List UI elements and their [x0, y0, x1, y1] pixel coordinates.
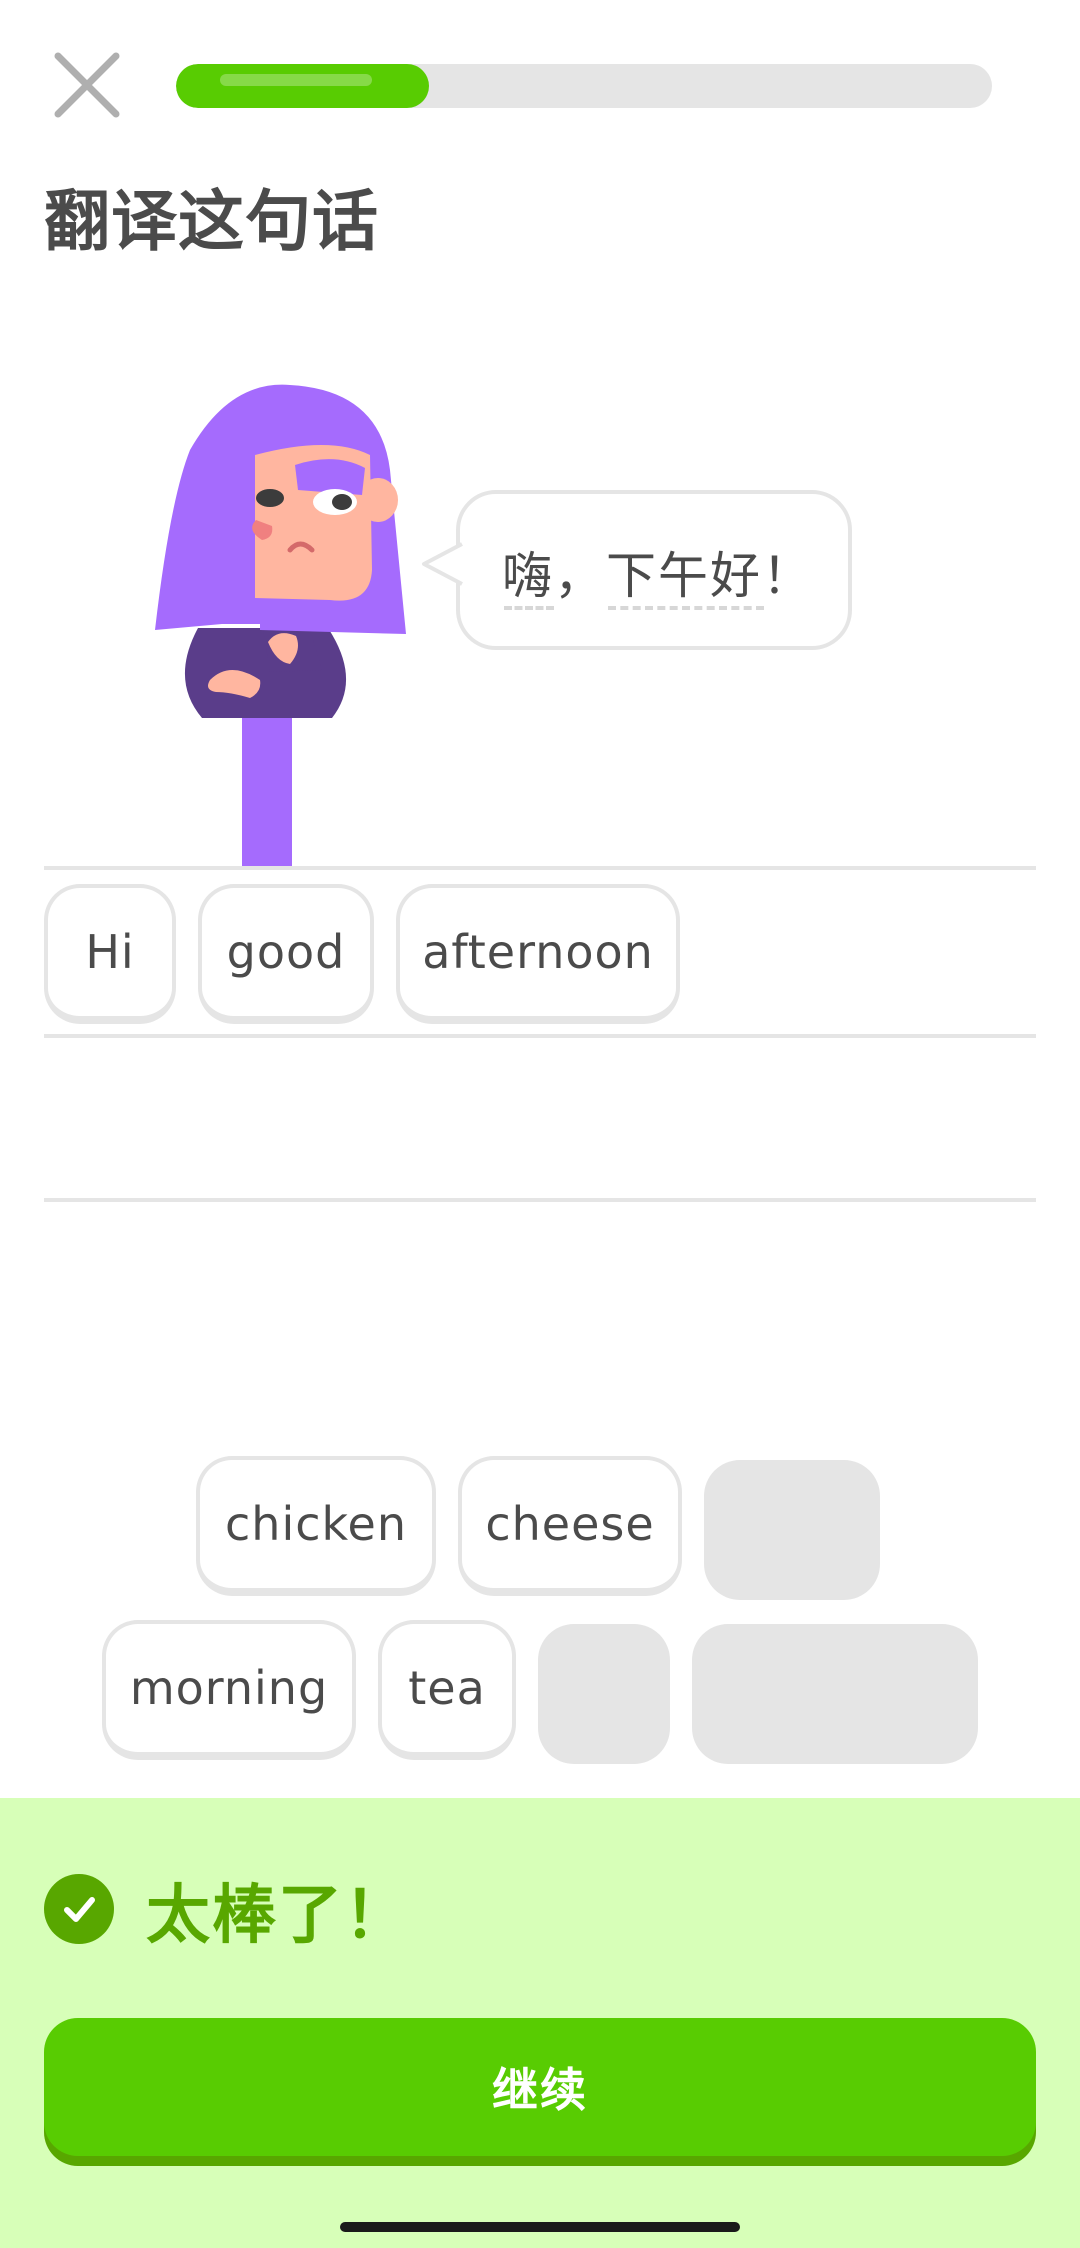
- word-bank-tile[interactable]: tea: [378, 1620, 516, 1760]
- answer-line: [44, 1198, 1036, 1202]
- page-title: 翻译这句话: [44, 183, 379, 260]
- lesson-progress-bar: [176, 64, 992, 108]
- answer-word-tile[interactable]: afternoon: [396, 884, 680, 1024]
- close-icon: [54, 52, 120, 118]
- hint-underline: [504, 606, 554, 610]
- answer-word-tile[interactable]: good: [198, 884, 374, 1024]
- used-word-slot: [538, 1624, 670, 1764]
- speech-bubble-tail: [422, 542, 464, 586]
- progress-shine: [220, 74, 372, 86]
- used-word-slot: [704, 1460, 880, 1600]
- speech-bubble: 嗨，下午好！: [422, 490, 852, 650]
- answer-line: [44, 866, 1036, 870]
- close-button[interactable]: [52, 50, 122, 120]
- checkmark-icon: [64, 1897, 95, 1922]
- progress-fill: [176, 64, 429, 108]
- character-illustration: [155, 384, 406, 870]
- continue-button[interactable]: 继续: [44, 2018, 1036, 2156]
- hint-underline: [608, 606, 764, 610]
- word-bank-tile[interactable]: cheese: [458, 1456, 682, 1596]
- feedback-title: 太棒了！: [146, 1879, 410, 1953]
- used-word-slot: [692, 1624, 978, 1764]
- check-circle-icon: [44, 1874, 114, 1944]
- home-indicator: [340, 2222, 740, 2232]
- word-bank-tile[interactable]: morning: [102, 1620, 356, 1760]
- answer-word-tile[interactable]: Hi: [44, 884, 176, 1024]
- speech-text[interactable]: 嗨，下午好！: [502, 536, 814, 608]
- word-bank-tile[interactable]: chicken: [196, 1456, 436, 1596]
- feedback-panel: 太棒了！ 继续: [0, 1798, 1080, 2248]
- answer-line: [44, 1034, 1036, 1038]
